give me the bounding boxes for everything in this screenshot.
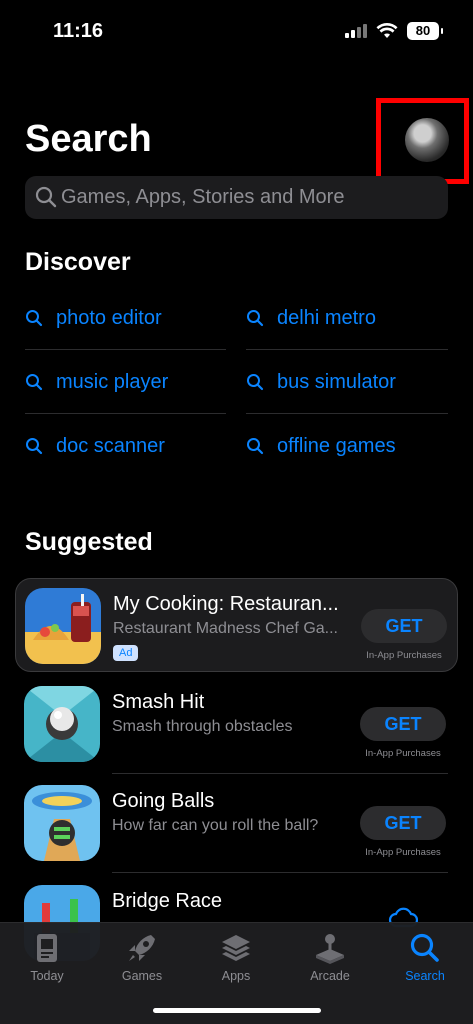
app-subtitle: Restaurant Madness Chef Ga...	[113, 620, 338, 637]
app-name: My Cooking: Restauran...	[113, 593, 339, 615]
search-icon	[26, 310, 43, 327]
cellular-signal-icon	[345, 24, 367, 38]
status-bar: 11:16 80	[0, 0, 473, 60]
tab-apps[interactable]: Apps	[201, 931, 271, 983]
app-icon-going-balls	[24, 785, 100, 861]
discover-item-music-player[interactable]: music player	[25, 350, 225, 414]
search-icon	[410, 933, 439, 962]
discover-item-label: bus simulator	[277, 370, 396, 393]
tab-label: Search	[405, 969, 445, 983]
discover-item-label: offline games	[277, 434, 396, 457]
status-time: 11:16	[53, 20, 104, 42]
search-icon	[26, 374, 43, 391]
page-title: Search	[25, 118, 152, 160]
discover-title: Discover	[25, 248, 131, 276]
search-bar[interactable]	[25, 176, 448, 219]
discover-item-label: delhi metro	[277, 306, 376, 329]
get-button[interactable]: GET	[360, 806, 446, 840]
app-row-my-cooking[interactable]: My Cooking: Restauran... Restaurant Madn…	[15, 578, 458, 672]
divider	[112, 872, 448, 873]
tab-label: Games	[121, 969, 163, 983]
discover-item-label: photo editor	[56, 306, 162, 329]
rocket-icon	[129, 935, 155, 961]
tab-label: Today	[30, 969, 64, 983]
discover-item-doc-scanner[interactable]: doc scanner	[25, 414, 225, 478]
tab-arcade[interactable]: Arcade	[295, 931, 365, 983]
app-subtitle: Smash through obstacles	[112, 718, 293, 735]
discover-item-label: doc scanner	[56, 434, 165, 457]
app-subtitle: How far can you roll the ball?	[112, 817, 319, 834]
home-indicator	[153, 1008, 321, 1013]
get-button[interactable]: GET	[361, 609, 447, 643]
app-name: Smash Hit	[112, 691, 205, 713]
tab-label: Apps	[221, 969, 251, 983]
wifi-icon	[376, 23, 398, 38]
tab-label: Arcade	[310, 969, 350, 983]
discover-item-delhi-metro[interactable]: delhi metro	[246, 286, 446, 350]
joystick-icon	[316, 934, 344, 964]
tab-games[interactable]: Games	[107, 931, 177, 983]
account-avatar[interactable]	[405, 118, 449, 162]
discover-item-offline-games[interactable]: offline games	[246, 414, 446, 478]
app-icon-my-cooking	[25, 588, 101, 664]
app-name: Going Balls	[112, 790, 215, 812]
tab-today[interactable]: Today	[12, 931, 82, 983]
search-icon	[35, 186, 57, 208]
ad-badge: Ad	[113, 645, 139, 661]
today-icon	[37, 934, 57, 962]
divider	[112, 773, 448, 774]
tab-search[interactable]: Search	[390, 931, 460, 983]
battery-icon: 80	[407, 22, 443, 40]
in-app-purchases-note: In-App Purchases	[365, 847, 441, 858]
search-input[interactable]	[61, 176, 441, 219]
discover-item-label: music player	[56, 370, 169, 393]
app-icon-smash-hit	[24, 686, 100, 762]
search-icon	[247, 310, 264, 327]
get-button[interactable]: GET	[360, 707, 446, 741]
in-app-purchases-note: In-App Purchases	[366, 650, 442, 661]
app-row-going-balls[interactable]: Going Balls How far can you roll the bal…	[15, 776, 458, 870]
layers-icon	[222, 935, 250, 961]
discover-item-bus-simulator[interactable]: bus simulator	[246, 350, 446, 414]
search-icon	[26, 438, 43, 455]
discover-item-photo-editor[interactable]: photo editor	[25, 286, 225, 350]
suggested-title: Suggested	[25, 528, 153, 556]
in-app-purchases-note: In-App Purchases	[365, 748, 441, 759]
app-row-smash-hit[interactable]: Smash Hit Smash through obstacles GET In…	[15, 677, 458, 771]
search-icon	[247, 374, 264, 391]
app-name: Bridge Race	[112, 890, 223, 912]
search-icon	[247, 438, 264, 455]
